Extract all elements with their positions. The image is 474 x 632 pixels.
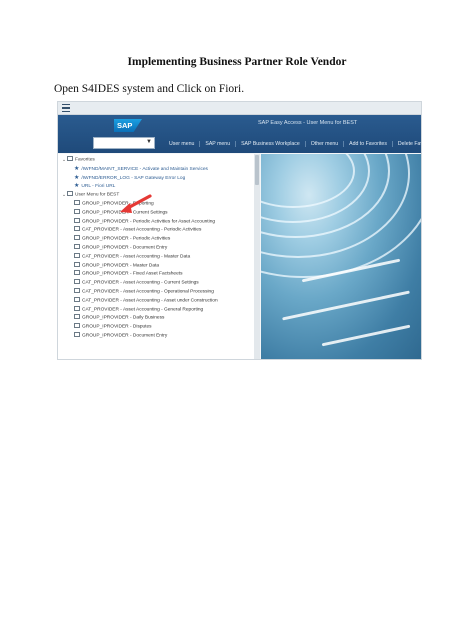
tree-item[interactable]: GROUP_IPROVIDER - Periodic Activities [58, 235, 254, 243]
tree-item-label: GROUP_IPROVIDER - Periodic Activities fo… [82, 219, 216, 225]
document-title: Implementing Business Partner Role Vendo… [127, 56, 347, 68]
window-title: SAP Easy Access - User Menu for BEST [258, 120, 358, 126]
tree-item-label: GROUP_IPROVIDER - Fixed Asset Factsheets [82, 271, 183, 277]
tree-folder[interactable]: ⌄ User Menu for BEST [58, 191, 254, 199]
menu-tree: ⌄ Favorites ★/IWFND/MAINT_SERVICE - Activa… [58, 154, 254, 359]
document-icon [74, 244, 80, 249]
tree-item-label: GROUP_IPROVIDER - Periodic Activities [82, 236, 171, 242]
favorite-item[interactable]: ★/IWFND/MAINT_SERVICE - Activate and Mai… [58, 165, 254, 173]
tree-item[interactable]: GROUP_IPROVIDER - Master Data [58, 261, 254, 270]
tree-item[interactable]: GROUP_IPROVIDER - Fixed Asset Factsheets [58, 270, 254, 278]
tree-item[interactable]: GROUP_IPROVIDER - Reporting [58, 200, 254, 208]
tree-item-label: CAT_PROVIDER - Asset Accounting - Curren… [82, 280, 199, 286]
tree-item[interactable]: GROUP_IPROVIDER - Periodic Activities fo… [58, 217, 254, 226]
tree-item-label: GROUP_IPROVIDER - Document Entry [82, 245, 168, 251]
document-icon [74, 314, 80, 320]
nav-item[interactable]: Delete Favorites [391, 141, 421, 147]
tree-item[interactable]: CAT_PROVIDER - Asset Accounting - Master… [58, 252, 254, 261]
tree-item[interactable]: GROUP_IPROVIDER - Daily Business [58, 314, 254, 322]
document-icon [74, 235, 80, 241]
tree-item-label: URL - Fiori URL [81, 184, 116, 190]
hamburger-menu-icon[interactable] [62, 104, 70, 112]
document-icon [74, 332, 80, 337]
document-icon [74, 208, 80, 214]
tree-item[interactable]: CAT_PROVIDER - Asset Accounting - Operat… [58, 288, 254, 296]
nav-item[interactable]: Add to Favorites [343, 141, 392, 147]
tree-item[interactable]: CAT_PROVIDER - Asset Accounting - Curren… [58, 279, 254, 287]
header-nav: User menu SAP menu SAP Business Workplace O… [164, 141, 421, 147]
nav-item[interactable]: SAP Business Workplace [235, 141, 305, 147]
document-icon [74, 261, 80, 267]
tree-item-label: /IWFND/MAINT_SERVICE - Activate and Main… [81, 166, 208, 172]
tree-item-label: GROUP_IPROVIDER - Master Data [82, 263, 160, 269]
water-background-image [261, 154, 421, 359]
document-icon [74, 200, 80, 205]
tree-folder[interactable]: ⌄ Favorites [58, 156, 254, 164]
tree-item[interactable]: GROUP_IPROVIDER - Disputes [58, 323, 254, 331]
star-icon: ★ [74, 183, 80, 190]
document-icon [74, 323, 80, 329]
document-icon [74, 226, 80, 232]
chevron-down-icon[interactable]: ▼ [146, 139, 152, 145]
tree-item-label: CAT_PROVIDER - Asset Accounting - Operat… [82, 289, 214, 295]
tree-item-label: CAT_PROVIDER - Asset Accounting - Genera… [82, 307, 204, 313]
instruction-text: Open S4IDES system and Click on Fiori. [54, 83, 245, 95]
document-icon [74, 217, 80, 223]
tree-item-label: GROUP_IPROVIDER - Disputes [82, 324, 152, 330]
sap-screenshot: SAP SAP Easy Access - User Menu for BEST… [57, 101, 422, 360]
tree-item[interactable]: GROUP_IPROVIDER - Current Settings [58, 208, 254, 217]
sap-logo: SAP [114, 119, 142, 132]
star-icon: ★ [74, 165, 80, 172]
top-strip [58, 102, 421, 115]
favorite-item[interactable]: ★ URL - Fiori URL [58, 182, 254, 190]
nav-item[interactable]: SAP menu [199, 141, 235, 147]
tree-item[interactable]: CAT_PROVIDER - Asset Accounting - Period… [58, 226, 254, 234]
nav-item[interactable]: Other menu [304, 141, 343, 147]
document-icon [74, 252, 80, 258]
expand-icon[interactable]: ⌄ [62, 158, 66, 163]
expand-icon[interactable]: ⌄ [62, 193, 66, 198]
tree-item-label: GROUP_IPROVIDER - Daily Business [82, 315, 165, 321]
tree-item[interactable]: GROUP_IPROVIDER - Document Entry [58, 244, 254, 252]
document-icon [74, 279, 80, 285]
document-icon [74, 305, 80, 311]
favorite-item[interactable]: ★/IWFND/ERROR_LOG - SAP Gateway Error Lo… [58, 174, 254, 182]
sap-header: SAP SAP Easy Access - User Menu for BEST… [58, 115, 421, 153]
star-icon: ★ [74, 174, 80, 181]
tree-item-label: Favorites [75, 157, 95, 163]
document-icon [74, 296, 80, 302]
tree-item[interactable]: GROUP_IPROVIDER - Document Entry [58, 332, 254, 340]
tree-item-label: CAT_PROVIDER - Asset Accounting - Master… [82, 254, 191, 260]
red-arrow-annotation [120, 194, 152, 213]
scrollbar-thumb[interactable] [255, 155, 259, 185]
document-icon [74, 270, 80, 276]
tree-item[interactable]: CAT_PROVIDER - Asset Accounting - Genera… [58, 305, 254, 314]
document-icon [74, 288, 80, 293]
command-field[interactable]: ▼ [93, 137, 155, 149]
tree-item-label: GROUP_IPROVIDER - Document Entry [82, 333, 168, 339]
tree-item-label: CAT_PROVIDER - Asset Accounting - Period… [82, 227, 202, 233]
folder-icon [67, 191, 74, 197]
tree-item-label: /IWFND/ERROR_LOG - SAP Gateway Error Log [81, 175, 186, 181]
tree-scrollbar[interactable] [254, 154, 260, 359]
tree-item-label: CAT_PROVIDER - Asset Accounting - Asset … [82, 298, 218, 304]
folder-icon [67, 156, 74, 161]
tree-item-label: User Menu for BEST [75, 192, 120, 198]
nav-item[interactable]: User menu [164, 141, 199, 147]
tree-item[interactable]: CAT_PROVIDER - Asset Accounting - Asset … [58, 296, 254, 305]
